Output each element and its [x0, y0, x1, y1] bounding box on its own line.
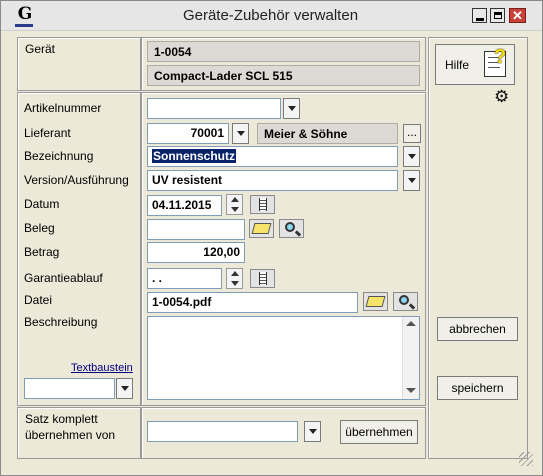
lieferant-label: Lieferant — [24, 126, 71, 140]
help-document-icon: ? — [484, 46, 506, 77]
maximize-icon — [494, 12, 502, 19]
save-label: speichern — [451, 381, 504, 395]
resize-grip[interactable] — [519, 452, 533, 466]
garantie-spinner[interactable] — [226, 268, 243, 289]
settings-gear-icon[interactable]: ⚙ — [494, 87, 509, 107]
bezeichnung-label: Bezeichnung — [24, 149, 94, 163]
datei-label: Datei — [24, 293, 53, 307]
minimize-icon — [476, 18, 484, 21]
garantie-input[interactable]: . . — [147, 268, 222, 289]
close-button[interactable]: ✕ — [509, 8, 526, 23]
magnifier-icon — [399, 295, 409, 305]
beleg-scan-button[interactable] — [249, 219, 274, 238]
cancel-button[interactable]: abbrechen — [437, 317, 518, 341]
uebernehmen-label: übernehmen — [345, 425, 413, 439]
artikelnummer-label: Artikelnummer — [24, 101, 102, 115]
close-icon: ✕ — [512, 8, 523, 23]
version-label: Version/Ausführung — [24, 173, 129, 187]
geraet-number: 1-0054 — [147, 41, 420, 62]
lieferant-dropdown-button[interactable] — [232, 123, 249, 144]
bezeichnung-selected-text: Sonnenschutz — [152, 149, 237, 163]
geraet-label: Gerät — [25, 42, 56, 56]
satz-dropdown-button[interactable] — [304, 421, 321, 442]
artikelnummer-dropdown-button[interactable] — [283, 98, 300, 119]
bezeichnung-dropdown-button[interactable] — [403, 146, 420, 167]
datum-calendar-button[interactable] — [250, 195, 275, 214]
textbaustein-select[interactable] — [24, 378, 115, 399]
lieferant-name: Meier & Söhne — [257, 123, 398, 144]
version-input[interactable]: UV resistent — [147, 170, 398, 191]
betrag-input[interactable]: 120,00 — [147, 242, 245, 263]
lieferant-browse-button[interactable]: ... — [403, 124, 421, 143]
magnifier-icon — [285, 222, 295, 232]
uebernehmen-button[interactable]: übernehmen — [340, 420, 418, 444]
save-button[interactable]: speichern — [437, 376, 518, 400]
version-dropdown-button[interactable] — [403, 170, 420, 191]
app-icon-underline — [15, 24, 33, 27]
question-mark-icon: ? — [494, 46, 507, 68]
geraet-name: Compact-Lader SCL 515 — [147, 65, 420, 86]
beschreibung-scrollbar[interactable] — [402, 317, 419, 399]
window-title: Geräte-Zubehör verwalten — [182, 7, 359, 24]
lieferant-number-input[interactable]: 70001 — [147, 123, 229, 144]
beleg-view-button[interactable] — [279, 219, 304, 238]
calendar-icon — [259, 198, 267, 211]
help-label: Hilfe — [445, 58, 470, 72]
calendar-icon — [259, 272, 267, 285]
beleg-label: Beleg — [24, 221, 55, 235]
beleg-input[interactable] — [147, 219, 245, 240]
scroll-up-icon[interactable] — [406, 321, 416, 326]
scroll-down-icon[interactable] — [406, 388, 416, 393]
garantie-label: Garantieablauf — [24, 271, 103, 285]
maximize-button[interactable] — [490, 8, 505, 23]
scanner-icon — [365, 296, 386, 307]
betrag-label: Betrag — [24, 245, 60, 259]
garantie-calendar-button[interactable] — [250, 269, 275, 288]
datum-input[interactable]: 04.11.2015 — [147, 195, 222, 216]
cancel-label: abbrechen — [449, 322, 506, 336]
datei-input[interactable]: 1-0054.pdf — [147, 292, 358, 313]
beschreibung-label: Beschreibung — [24, 315, 98, 329]
datei-scan-button[interactable] — [363, 292, 388, 311]
textbaustein-link[interactable]: Textbaustein — [71, 362, 133, 374]
help-button[interactable]: Hilfe ? — [435, 44, 515, 85]
satz-label-line1: Satz komplett — [25, 412, 98, 426]
textbaustein-dropdown-button[interactable] — [116, 378, 133, 399]
datum-label: Datum — [24, 197, 60, 211]
satz-label-line2: übernehmen von — [25, 428, 116, 442]
artikelnummer-input[interactable] — [147, 98, 281, 119]
scanner-icon — [251, 223, 272, 234]
beschreibung-textarea[interactable] — [147, 316, 420, 400]
datei-view-button[interactable] — [393, 292, 418, 311]
satz-input[interactable] — [147, 421, 298, 442]
bezeichnung-input[interactable]: Sonnenschutz — [147, 146, 398, 167]
minimize-button[interactable] — [472, 8, 487, 23]
datum-spinner[interactable] — [226, 194, 243, 215]
